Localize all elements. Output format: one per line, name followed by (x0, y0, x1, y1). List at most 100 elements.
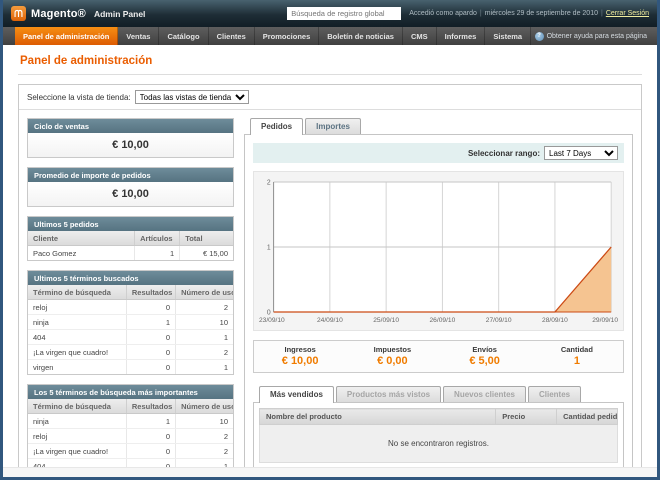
table-cell: 10 (176, 315, 233, 330)
help-link[interactable]: ? Obtener ayuda para esta página (535, 27, 657, 45)
logout-link[interactable]: Cerrar Sesión (606, 10, 649, 17)
table-cell: 0 (126, 429, 175, 444)
range-select[interactable]: Last 7 Days (544, 146, 618, 160)
svg-text:29/09/10: 29/09/10 (592, 317, 618, 324)
logo-subtitle: Admin Panel (94, 9, 145, 19)
stat-label: Cantidad (531, 345, 623, 354)
column-header-total: Total (180, 231, 233, 246)
bestsellers-grid-box: Nombre del productoPrecioCantidad pedida… (253, 402, 624, 467)
table-cell: ¡La virgen que cuadro! (28, 345, 126, 360)
store-view-label: Seleccione la vista de tienda: (27, 93, 131, 102)
last-search-panel: Ultimos 5 términos buscados Término de b… (27, 270, 234, 375)
magento-logo: Magento® Admin Panel (11, 6, 145, 21)
logo-title: Magento® (31, 8, 86, 20)
nav-item-ventas[interactable]: Ventas (118, 27, 159, 45)
svg-text:24/09/10: 24/09/10 (317, 317, 343, 324)
column-header-cliente: Cliente (28, 231, 135, 246)
table-cell: 2 (176, 345, 233, 360)
stat-value: 1 (531, 355, 623, 367)
tab-nuevos-clientes[interactable]: Nuevos clientes (443, 386, 526, 402)
table-row: 40401 (28, 459, 233, 468)
stat-impuestos: Impuestos€ 0,00 (346, 345, 438, 367)
stat-value: € 0,00 (346, 355, 438, 367)
tab-pedidos[interactable]: Pedidos (250, 118, 303, 135)
table-cell: 1 (176, 459, 233, 468)
table-row: reloj02 (28, 429, 233, 444)
last-search-title: Ultimos 5 términos buscados (28, 271, 233, 285)
table-cell: 0 (126, 444, 175, 459)
nav-item-promociones[interactable]: Promociones (255, 27, 320, 45)
grid-column-precio: Precio (496, 409, 557, 425)
table-cell: ¡La virgen que cuadro! (28, 444, 126, 459)
page-content: Panel de administración Seleccione la vi… (3, 45, 657, 467)
chart-container: 01223/09/1024/09/1025/09/1026/09/1027/09… (253, 171, 624, 331)
global-search-input[interactable] (287, 7, 401, 20)
table-cell: Paco Gomez (28, 246, 135, 261)
svg-text:1: 1 (267, 244, 271, 251)
table-cell: 2 (176, 300, 233, 315)
table-row: ¡La virgen que cuadro!02 (28, 444, 233, 459)
nav-item-panel-de-administracion[interactable]: Panel de administración (15, 27, 118, 45)
nav-item-informes[interactable]: Informes (437, 27, 486, 45)
lifetime-sales-panel: Ciclo de ventas € 10,00 (27, 118, 234, 158)
column-header-numero-de-usos: Número de usos (176, 285, 233, 300)
table-cell: virgen (28, 360, 126, 375)
top-search-panel: Los 5 términos de búsqueda más important… (27, 384, 234, 467)
stat-envios: Envíos€ 5,00 (439, 345, 531, 367)
table-row: virgen01 (28, 360, 233, 375)
last-orders-table: ClienteArtículosTotalPaco Gomez1€ 15,00 (28, 231, 233, 260)
tab-productos-mas-vistos[interactable]: Productos más vistos (336, 386, 441, 402)
sidebar: Ciclo de ventas € 10,00 Promedio de impo… (27, 118, 234, 467)
column-header-termino-de-busqueda: Término de búsqueda (28, 285, 126, 300)
column-header-resultados: Resultados (126, 399, 175, 414)
column-header-numero-de-usos: Número de usos (176, 399, 233, 414)
table-cell: ninja (28, 315, 126, 330)
stats-row: Ingresos€ 10,00Impuestos€ 0,00Envíos€ 5,… (253, 340, 624, 373)
table-cell: 0 (126, 345, 175, 360)
tab-mas-vendidos[interactable]: Más vendidos (259, 386, 334, 403)
grid-column-nombre-del-producto: Nombre del producto (260, 409, 496, 425)
table-cell: 404 (28, 459, 126, 468)
tab-importes[interactable]: Importes (305, 118, 361, 134)
dashboard-diagrams: PedidosImportes Seleccionar rango: Last … (244, 118, 633, 467)
lifetime-sales-title: Ciclo de ventas (28, 119, 233, 133)
stat-label: Envíos (439, 345, 531, 354)
nav-item-cms[interactable]: CMS (403, 27, 437, 45)
table-cell: 1 (176, 330, 233, 345)
table-row: 40401 (28, 330, 233, 345)
table-cell: 0 (126, 300, 175, 315)
nav-item-sistema[interactable]: Sistema (485, 27, 531, 45)
last-orders-title: Ultimos 5 pedidos (28, 217, 233, 231)
svg-text:23/09/10: 23/09/10 (259, 317, 285, 324)
stat-ingresos: Ingresos€ 10,00 (254, 345, 346, 367)
bestsellers-table: Nombre del productoPrecioCantidad pedida… (259, 408, 618, 463)
help-icon: ? (535, 32, 544, 41)
grid-column-cantidad-pedida: Cantidad pedida (557, 409, 618, 425)
svg-text:2: 2 (267, 179, 271, 186)
last-search-table: Término de búsquedaResultadosNúmero de u… (28, 285, 233, 374)
diagram-tabs: PedidosImportes (244, 118, 633, 134)
logged-in-as: Accedió como apardo (409, 10, 477, 17)
magento-logo-icon (11, 6, 26, 21)
footer-strip (3, 467, 657, 477)
column-header-resultados: Resultados (126, 285, 175, 300)
tab-clientes[interactable]: Clientes (528, 386, 581, 402)
store-view-row: Seleccione la vista de tienda: Todas las… (19, 85, 641, 110)
magento-admin-window: Magento® Admin Panel Accedió como apardo… (0, 0, 660, 480)
table-cell: 2 (176, 444, 233, 459)
orders-chart: 01223/09/1024/09/1025/09/1026/09/1027/09… (258, 176, 619, 326)
nav-item-boletin-de-noticias[interactable]: Boletín de noticias (319, 27, 403, 45)
nav-item-catalogo[interactable]: Catálogo (159, 27, 208, 45)
svg-text:28/09/10: 28/09/10 (542, 317, 568, 324)
table-row: reloj02 (28, 300, 233, 315)
table-cell: reloj (28, 300, 126, 315)
stat-label: Impuestos (346, 345, 438, 354)
nav-item-clientes[interactable]: Clientes (209, 27, 255, 45)
table-cell: 1 (126, 315, 175, 330)
store-view-select[interactable]: Todas las vistas de tienda (135, 90, 249, 104)
range-bar: Seleccionar rango: Last 7 Days (253, 143, 624, 163)
grid-tabs: Más vendidosProductos más vistosNuevos c… (253, 386, 624, 402)
average-orders-value: € 10,00 (28, 182, 233, 206)
help-label: Obtener ayuda para esta página (547, 33, 647, 40)
table-cell: 0 (126, 330, 175, 345)
